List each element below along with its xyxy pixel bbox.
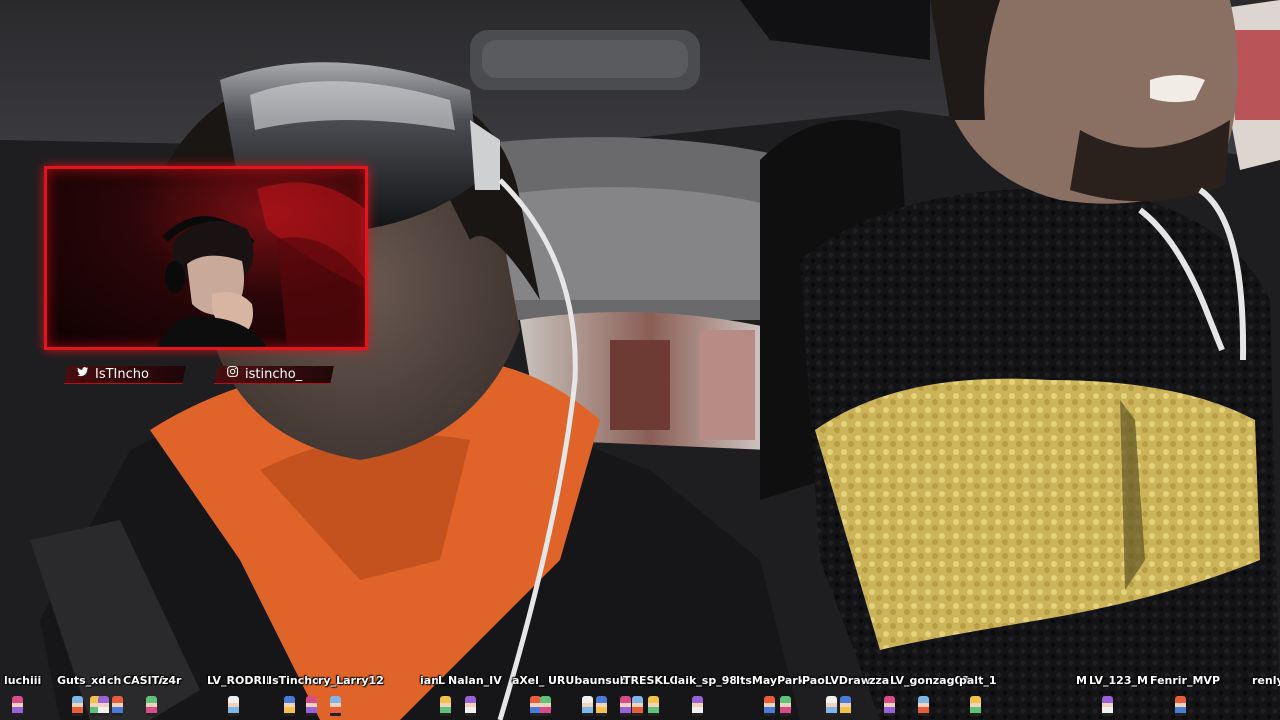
twitter-handle-badge[interactable]: IsTIncho bbox=[64, 366, 186, 384]
viewer-name: LV_123_M bbox=[1089, 674, 1148, 687]
viewer-avatar-sprite bbox=[970, 696, 981, 716]
viewer-name: Nalan_IV bbox=[448, 674, 502, 687]
viewer-name: ry_Larry12 bbox=[318, 674, 384, 687]
viewer-name: Guts_xd bbox=[57, 674, 107, 687]
viewer-avatar-sprite bbox=[840, 696, 851, 716]
twitter-handle-text: IsTIncho bbox=[95, 366, 150, 382]
instagram-handle-badge[interactable]: istincho_ bbox=[214, 366, 334, 384]
video-scene bbox=[0, 0, 1280, 720]
viewer-avatar-sprite bbox=[98, 696, 109, 716]
twitter-icon bbox=[77, 367, 89, 377]
stream-frame: IsTIncho istincho_ luchiii Guts_xd ch CA… bbox=[0, 0, 1280, 720]
viewer-name: L bbox=[438, 674, 446, 687]
webcam-overlay bbox=[44, 166, 368, 350]
viewer-name: CASITA bbox=[123, 674, 167, 687]
viewer-name: M bbox=[1076, 674, 1087, 687]
viewer-avatar-sprite bbox=[596, 696, 607, 716]
viewer-name: LV_gonzag03 bbox=[890, 674, 970, 687]
viewer-name: IsTincho bbox=[268, 674, 320, 687]
viewer-avatar-sprite bbox=[1102, 696, 1113, 716]
viewer-avatars-bar bbox=[0, 694, 1280, 718]
instagram-handle-text: istincho_ bbox=[245, 366, 303, 382]
viewer-avatar-sprite bbox=[440, 696, 451, 716]
viewer-name: ch bbox=[107, 674, 122, 687]
viewer-avatar-sprite bbox=[826, 696, 837, 716]
viewer-name: palt_1 bbox=[959, 674, 997, 687]
viewer-avatar-sprite bbox=[284, 696, 295, 716]
viewer-name: PaoLVDraw bbox=[802, 674, 871, 687]
viewer-name: ian bbox=[420, 674, 440, 687]
viewer-avatar-sprite bbox=[620, 696, 631, 716]
viewer-name: Fenrir_MVP bbox=[1150, 674, 1221, 687]
instagram-icon bbox=[227, 366, 239, 377]
viewer-avatar-sprite bbox=[648, 696, 659, 716]
viewer-avatar-sprite bbox=[692, 696, 703, 716]
viewer-avatar-sprite bbox=[228, 696, 239, 716]
viewer-avatar-sprite bbox=[582, 696, 593, 716]
viewer-avatar-sprite bbox=[112, 696, 123, 716]
viewer-name: URUbaunsub bbox=[548, 674, 628, 687]
viewer-avatar-sprite bbox=[330, 696, 341, 716]
viewer-avatar-sprite bbox=[780, 696, 791, 716]
viewer-avatar-sprite bbox=[884, 696, 895, 716]
viewer-name: TRESKLO bbox=[623, 674, 679, 687]
viewer-name: aXel_ bbox=[512, 674, 545, 687]
viewer-name: luchiii bbox=[4, 674, 42, 687]
viewer-avatar-sprite bbox=[918, 696, 929, 716]
viewer-avatar-sprite bbox=[12, 696, 23, 716]
viewer-name: renly bbox=[1252, 674, 1280, 687]
viewer-avatar-sprite bbox=[1175, 696, 1186, 716]
viewer-name: laik_sp_98 bbox=[674, 674, 738, 687]
viewer-name: zza bbox=[869, 674, 890, 687]
viewer-name: LV_RODRII bbox=[207, 674, 271, 687]
viewer-avatar-sprite bbox=[306, 696, 317, 716]
viewer-avatar-sprite bbox=[72, 696, 83, 716]
viewer-name: ItsMayPark bbox=[736, 674, 806, 687]
viewer-avatar-sprite bbox=[540, 696, 551, 716]
viewer-avatar-sprite bbox=[146, 696, 157, 716]
viewer-names-bar: luchiii Guts_xd ch CASITA z4r LV_RODRII … bbox=[0, 672, 1280, 690]
viewer-avatar-sprite bbox=[632, 696, 643, 716]
viewer-avatar-sprite bbox=[764, 696, 775, 716]
streamer-camera-feed bbox=[157, 182, 365, 347]
viewer-name: z4r bbox=[162, 674, 182, 687]
viewer-avatar-sprite bbox=[465, 696, 476, 716]
